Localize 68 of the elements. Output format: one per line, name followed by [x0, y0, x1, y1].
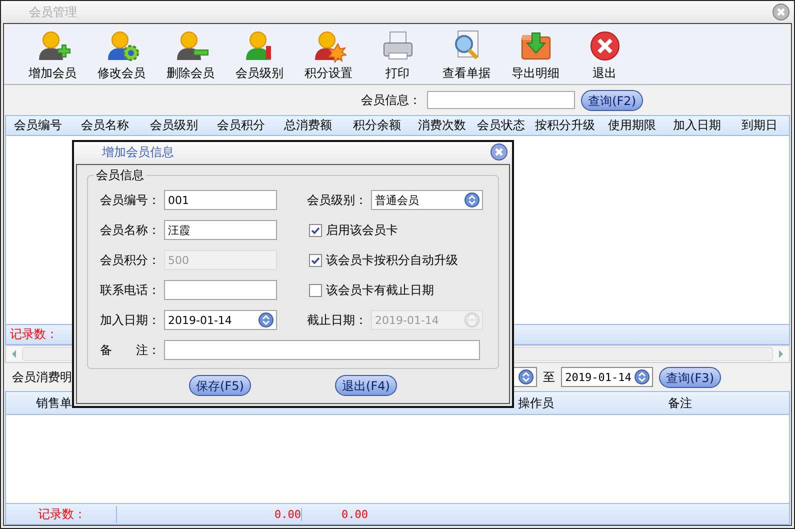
remark-field[interactable] — [164, 340, 480, 360]
field-label: 备 注： — [100, 342, 160, 358]
close-icon[interactable] — [772, 3, 790, 21]
column-header: 加入日期 — [672, 117, 722, 134]
input-field[interactable] — [164, 280, 277, 300]
column-header: 积分余额 — [352, 117, 402, 134]
column-header: 按积分升级 — [534, 117, 596, 134]
search-field[interactable] — [427, 91, 576, 109]
toolbar-button[interactable]: 查看单据 — [432, 29, 501, 82]
column-header: 消费次数 — [417, 117, 467, 134]
checkbox[interactable] — [309, 284, 322, 296]
column-header: 使用期限 — [607, 117, 657, 134]
record-count-label: 记录数： — [6, 506, 117, 522]
right-arrow-icon[interactable] — [777, 349, 785, 359]
input-field[interactable]: 001 — [164, 190, 277, 210]
total-value: 0.00 — [274, 508, 301, 520]
toolbar-button[interactable]: 增加会员 — [18, 29, 87, 82]
toolbar-button[interactable]: 导出明细 — [501, 29, 570, 82]
checkbox-label: 该会员卡按积分自动升级 — [326, 252, 458, 268]
toolbar-button[interactable]: 删除会员 — [156, 29, 225, 82]
spinner-icon[interactable] — [464, 192, 480, 208]
field-label: 会员编号： — [100, 192, 160, 208]
checkbox[interactable] — [309, 224, 322, 236]
column-header: 会员名称 — [80, 117, 130, 134]
search-label: 会员信息： — [361, 92, 422, 108]
query-button[interactable]: 查询(F2) — [581, 90, 643, 110]
checkbox[interactable] — [309, 254, 322, 266]
toolbar-button[interactable]: 会员级别 — [225, 29, 294, 82]
column-header: 总消费额 — [283, 117, 333, 134]
column-header: 会员状态 — [476, 117, 526, 134]
column-header: 会员级别 — [149, 117, 199, 134]
column-header: 备注 — [668, 394, 692, 412]
close-icon[interactable] — [490, 143, 508, 161]
input-field[interactable]: 汪霞 — [164, 220, 277, 240]
spinner-icon[interactable] — [634, 369, 650, 385]
date-field[interactable]: 2019-01-14 — [164, 310, 277, 330]
field-label: 截止日期： — [307, 312, 367, 328]
column-header: 会员编号 — [13, 117, 63, 134]
checkbox-label: 启用该会员卡 — [326, 222, 398, 238]
query-button[interactable]: 查询(F3) — [659, 366, 721, 388]
toolbar-button[interactable]: 退出 — [570, 29, 639, 82]
column-header: 销售单 — [36, 394, 72, 412]
group-label: 会员信息 — [94, 167, 146, 184]
total-value: 0.00 — [301, 508, 368, 520]
dialog-button[interactable]: 退出(F4) — [335, 375, 397, 396]
record-count-label: 记录数： — [10, 326, 58, 343]
spinner-icon[interactable] — [518, 369, 534, 385]
column-header: 到期日 — [740, 117, 778, 134]
end-date-field[interactable]: 2019-01-14 — [561, 367, 654, 387]
spinner-icon[interactable] — [258, 312, 274, 328]
dialog-button[interactable]: 保存(F5) — [189, 375, 251, 396]
left-arrow-icon[interactable] — [10, 349, 18, 359]
toolbar-button[interactable]: 打印 — [363, 29, 432, 82]
dialog-title: 增加会员信息 — [102, 144, 174, 160]
field-label: 加入日期： — [100, 312, 160, 328]
field-label: 会员级别： — [307, 192, 367, 208]
field-label: 联系电话： — [100, 282, 160, 298]
toolbar-button[interactable]: 积分设置 — [294, 29, 363, 82]
checkbox-label: 该会员卡有截止日期 — [326, 282, 434, 298]
to-label: 至 — [543, 368, 556, 386]
field-label: 会员积分： — [100, 252, 160, 268]
column-header: 操作员 — [518, 394, 554, 412]
level-dropdown[interactable]: 普通会员 — [371, 190, 483, 210]
window-title: 会员管理 — [29, 4, 77, 20]
consumption-label: 会员消费明 — [12, 368, 72, 386]
column-header: 会员积分 — [216, 117, 266, 134]
toolbar-button[interactable]: 修改会员 — [87, 29, 156, 82]
field-label: 会员名称： — [100, 222, 160, 238]
